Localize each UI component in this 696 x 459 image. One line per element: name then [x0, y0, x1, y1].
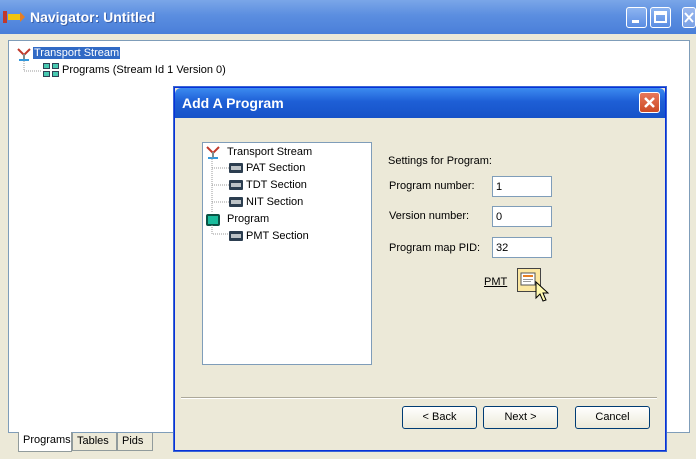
programs-icon: [43, 63, 59, 77]
tree-item-tdt-section[interactable]: TDT Section: [246, 179, 307, 191]
tree-item-transport-stream[interactable]: Transport Stream: [227, 146, 312, 158]
tree-item-nit-section[interactable]: NIT Section: [246, 196, 303, 208]
settings-heading: Settings for Program:: [388, 155, 492, 167]
tree-item-pmt-section[interactable]: PMT Section: [246, 230, 309, 242]
pmt-label-text: PMT: [484, 276, 508, 288]
pmt-label: PMT: [484, 276, 507, 288]
program-map-pid-label: Program map PID:: [389, 242, 481, 254]
dialog-separator: [181, 397, 657, 399]
section-icon: [229, 231, 243, 241]
tab-tables[interactable]: Tables: [72, 433, 117, 451]
tree-item-programs[interactable]: Programs (Stream Id 1 Version 0): [62, 64, 226, 76]
tree-item-pat-section[interactable]: PAT Section: [246, 162, 305, 174]
close-button[interactable]: [682, 7, 696, 28]
dialog-structure-tree[interactable]: Transport Stream PAT Section TDT Section…: [202, 142, 372, 365]
maximize-icon: [654, 11, 667, 23]
close-icon: [684, 12, 694, 23]
transport-stream-icon: [17, 48, 31, 61]
version-number-input[interactable]: [492, 206, 552, 227]
tab-pids[interactable]: Pids: [117, 433, 153, 451]
program-number-input[interactable]: [492, 176, 552, 197]
back-button[interactable]: < Back: [402, 406, 477, 429]
dialog-title: Add A Program: [182, 95, 284, 111]
mouse-cursor-icon: [535, 281, 550, 302]
app-icon: [3, 11, 25, 23]
dialog-title-bar[interactable]: Add A Program: [175, 88, 665, 118]
add-program-dialog: Add A Program Transport Stream PAT Secti…: [174, 87, 666, 451]
tree-item-label: Programs (Stream Id 1 Version 0): [62, 64, 226, 76]
minimize-icon: [632, 20, 639, 23]
version-number-label: Version number:: [389, 210, 470, 222]
program-map-pid-input[interactable]: [492, 237, 552, 258]
section-icon: [229, 197, 243, 207]
section-icon: [229, 180, 243, 190]
title-bar[interactable]: Navigator: Untitled: [0, 0, 696, 34]
tab-programs[interactable]: Programs: [18, 432, 72, 452]
maximize-button[interactable]: [650, 7, 671, 28]
tree-item-label: Transport Stream: [33, 47, 121, 59]
tree-connector-icon: [211, 225, 229, 235]
cancel-button[interactable]: Cancel: [575, 406, 650, 429]
next-button[interactable]: Next >: [483, 406, 558, 429]
close-icon: [644, 97, 655, 108]
tree-item-transport-stream[interactable]: Transport Stream: [33, 47, 121, 59]
tree-item-program[interactable]: Program: [227, 213, 269, 225]
window-title: Navigator: Untitled: [30, 9, 156, 25]
program-number-label: Program number:: [389, 180, 475, 192]
tree-connector-icon: [23, 61, 41, 72]
minimize-button[interactable]: [626, 7, 647, 28]
section-icon: [229, 163, 243, 173]
navigator-window: Navigator: Untitled Transport Stream Pro…: [0, 0, 696, 459]
dialog-close-button[interactable]: [639, 92, 660, 113]
